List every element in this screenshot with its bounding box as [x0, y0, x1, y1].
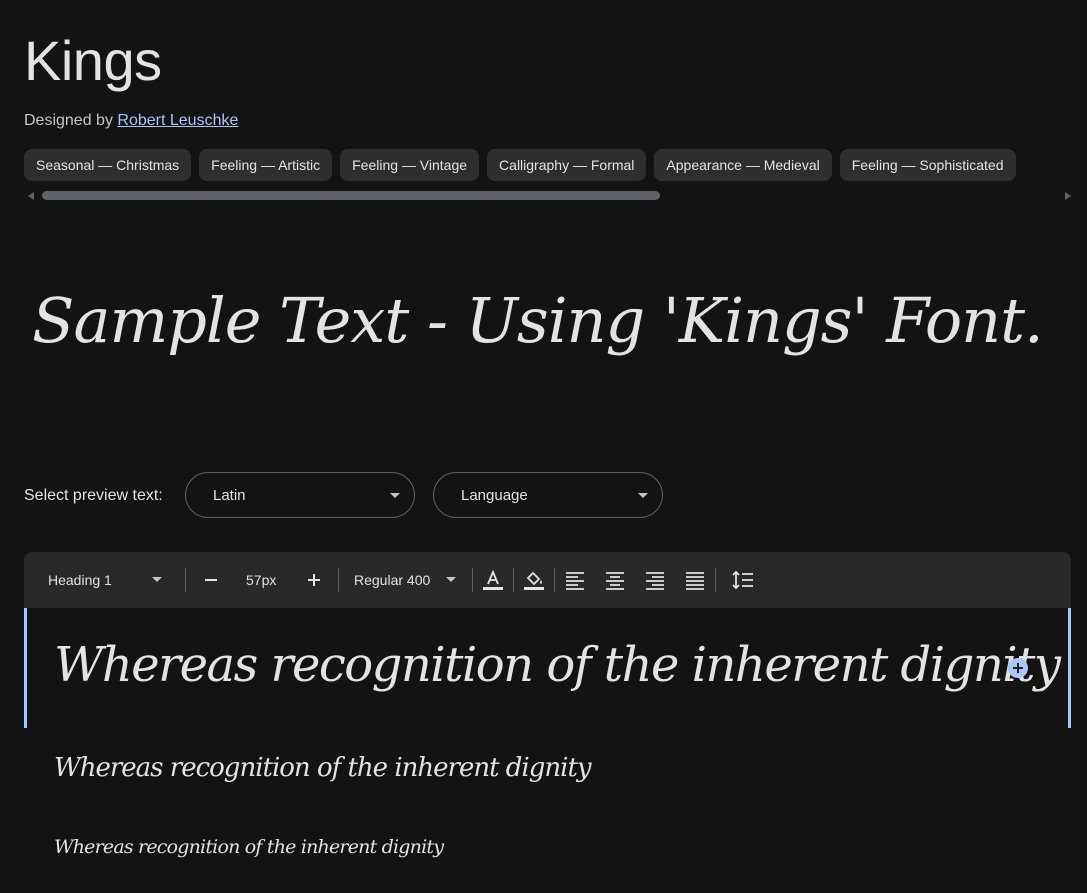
- toolbar-divider: [554, 568, 555, 592]
- tags-fade: [1023, 149, 1063, 181]
- text-color-icon[interactable]: [481, 568, 505, 592]
- chevron-down-icon: [152, 577, 162, 582]
- language-select[interactable]: Language: [433, 472, 663, 518]
- chevron-left-icon[interactable]: [28, 192, 34, 200]
- tag-chip[interactable]: Seasonal — Christmas: [24, 149, 192, 181]
- preview-text-label: Select preview text:: [24, 487, 163, 504]
- align-left-icon[interactable]: [563, 568, 587, 592]
- tag-chip[interactable]: Feeling — Artistic: [199, 149, 333, 181]
- font-detail-page: Kings Designed by Robert Leuschke Season…: [0, 0, 1087, 893]
- weight-select-value: Regular 400: [354, 572, 431, 588]
- add-circle-icon[interactable]: [1008, 658, 1028, 678]
- align-right-icon[interactable]: [643, 568, 667, 592]
- line-height-icon[interactable]: [731, 568, 755, 592]
- style-select-value: Heading 1: [48, 572, 112, 588]
- minus-icon[interactable]: [199, 568, 223, 592]
- tag-list: Seasonal — Christmas Feeling — Artistic Fe…: [24, 149, 1063, 181]
- toolbar-divider: [185, 568, 186, 592]
- toolbar-divider: [338, 568, 339, 592]
- designer-line: Designed by Robert Leuschke: [24, 110, 238, 132]
- script-select-value: Latin: [213, 487, 246, 504]
- font-size-value[interactable]: 57px: [246, 552, 276, 608]
- tag-chip[interactable]: Appearance — Medieval: [654, 149, 832, 181]
- tag-chip[interactable]: Calligraphy — Formal: [487, 149, 647, 181]
- chevron-down-icon: [446, 577, 456, 582]
- weight-select[interactable]: Regular 400: [354, 552, 464, 608]
- align-justify-icon[interactable]: [683, 568, 707, 592]
- tag-chip[interactable]: Feeling — Sophisticated: [839, 149, 1016, 181]
- preview-area: Whereas recognition of the inherent dign…: [24, 608, 1071, 893]
- preview-line-heading-2[interactable]: Whereas recognition of the inherent dign…: [54, 748, 592, 788]
- align-center-icon[interactable]: [603, 568, 627, 592]
- tag-chip[interactable]: Feeling — Vintage: [340, 149, 480, 181]
- preview-line-heading-1[interactable]: Whereas recognition of the inherent dign…: [54, 630, 1061, 700]
- preview-line-heading-3[interactable]: Whereas recognition of the inherent dign…: [54, 832, 444, 862]
- style-select[interactable]: Heading 1: [48, 552, 174, 608]
- language-select-value: Language: [461, 487, 528, 504]
- toolbar-divider: [715, 568, 716, 592]
- designed-by-label: Designed by: [24, 112, 113, 129]
- toolbar-divider: [513, 568, 514, 592]
- fill-color-icon[interactable]: [522, 568, 546, 592]
- script-select[interactable]: Latin: [185, 472, 415, 518]
- chevron-down-icon: [638, 493, 648, 498]
- tags-scrollbar[interactable]: [24, 190, 1071, 202]
- chevron-down-icon: [390, 493, 400, 498]
- designer-link[interactable]: Robert Leuschke: [117, 112, 238, 129]
- page-title: Kings: [24, 29, 162, 92]
- toolbar-divider: [472, 568, 473, 592]
- sample-text: Sample Text - Using 'Kings' Font.: [32, 284, 1044, 357]
- preview-toolbar: Heading 1 57px Regular 400: [24, 552, 1071, 608]
- chevron-right-icon[interactable]: [1065, 192, 1071, 200]
- plus-icon[interactable]: [302, 568, 326, 592]
- scrollbar-thumb[interactable]: [42, 191, 660, 200]
